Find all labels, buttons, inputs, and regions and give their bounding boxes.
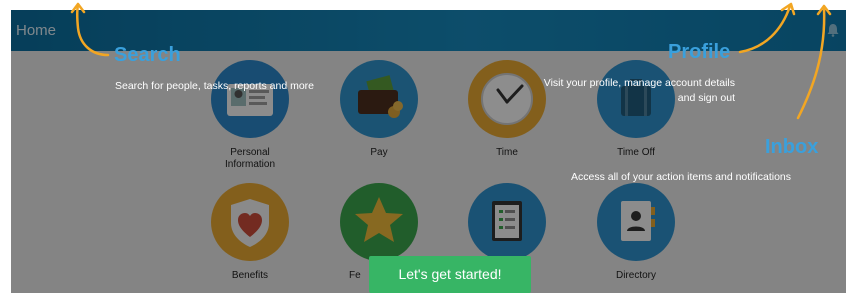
inbox-arrow xyxy=(796,6,826,120)
callout-arrows xyxy=(70,2,832,120)
search-arrow xyxy=(76,3,110,57)
profile-arrow xyxy=(738,4,792,54)
